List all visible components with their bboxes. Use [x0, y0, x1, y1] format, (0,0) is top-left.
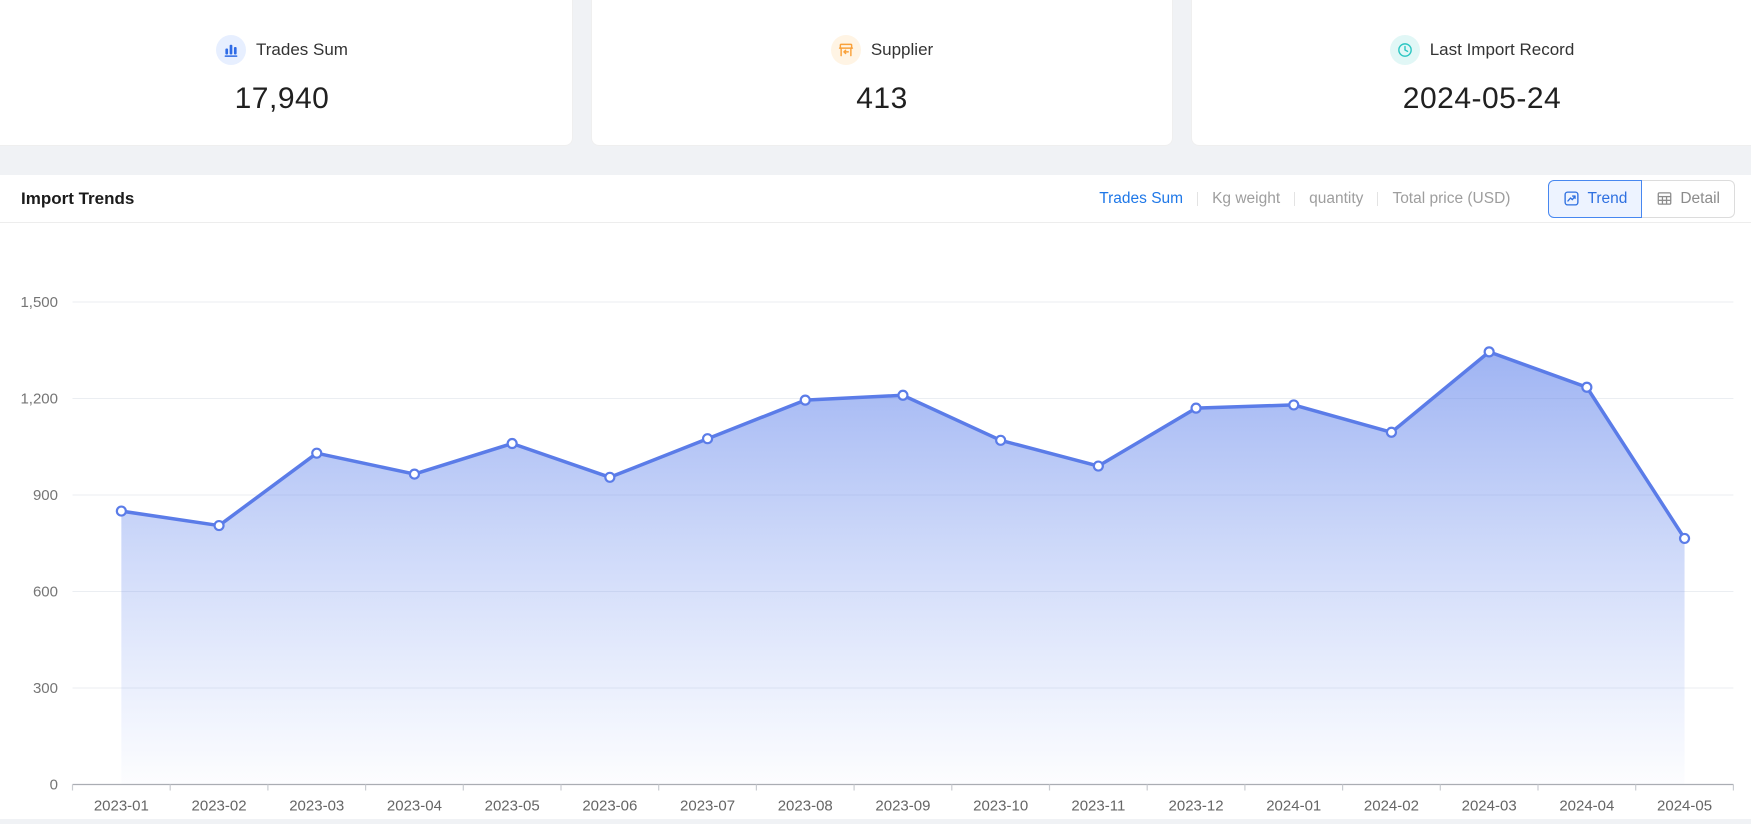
detail-button-label: Detail [1680, 190, 1720, 208]
x-axis-tick-label: 2024-01 [1266, 798, 1321, 815]
data-point-marker[interactable] [312, 449, 321, 458]
y-axis-tick-label: 0 [50, 777, 58, 794]
x-axis-tick-label: 2023-04 [387, 798, 442, 815]
stat-value: 2024-05-24 [1403, 81, 1561, 117]
y-axis-tick-label: 1,200 [20, 391, 58, 408]
tab-kg-weight[interactable]: Kg weight [1198, 190, 1294, 208]
data-point-marker[interactable] [1387, 428, 1396, 437]
y-axis-tick-label: 1,500 [20, 294, 58, 311]
stat-label: Trades Sum [256, 40, 348, 60]
metric-tabs: Trades Sum Kg weight quantity Total pric… [1085, 190, 1524, 208]
x-axis-tick-label: 2024-04 [1559, 798, 1614, 815]
data-point-marker[interactable] [703, 434, 712, 443]
trend-button-label: Trend [1587, 190, 1627, 208]
trend-chart-icon [1563, 190, 1580, 207]
stat-value: 17,940 [235, 81, 330, 117]
data-point-marker[interactable] [117, 507, 126, 516]
stat-label: Last Import Record [1430, 40, 1575, 60]
stat-value: 413 [856, 81, 908, 117]
data-point-marker[interactable] [1680, 534, 1689, 543]
x-axis-tick-label: 2023-07 [680, 798, 735, 815]
x-axis-tick-label: 2024-02 [1364, 798, 1419, 815]
tab-quantity[interactable]: quantity [1295, 190, 1377, 208]
panel-header: Import Trends Trades Sum Kg weight quant… [0, 175, 1751, 223]
x-axis-tick-label: 2023-09 [875, 798, 930, 815]
x-axis-tick-label: 2023-01 [94, 798, 149, 815]
x-axis-tick-label: 2024-03 [1462, 798, 1517, 815]
clock-icon [1390, 35, 1420, 65]
data-point-marker[interactable] [1582, 383, 1591, 392]
data-point-marker[interactable] [605, 473, 614, 482]
view-toggle: Trend Detail [1548, 180, 1735, 218]
trend-button[interactable]: Trend [1548, 180, 1642, 218]
stat-label: Supplier [871, 40, 933, 60]
import-trends-panel: Import Trends Trades Sum Kg weight quant… [0, 175, 1751, 819]
tab-trades-sum[interactable]: Trades Sum [1085, 190, 1197, 208]
data-point-marker[interactable] [1192, 404, 1201, 413]
table-icon [1656, 190, 1673, 207]
stat-card-trades-sum: Trades Sum 17,940 [0, 0, 573, 146]
data-point-marker[interactable] [1094, 462, 1103, 471]
stat-card-supplier: Supplier 413 [591, 0, 1173, 146]
x-axis-tick-label: 2023-11 [1071, 798, 1125, 815]
data-point-marker[interactable] [215, 521, 224, 530]
data-point-marker[interactable] [996, 436, 1005, 445]
data-point-marker[interactable] [410, 470, 419, 479]
tab-total-price-usd[interactable]: Total price (USD) [1378, 190, 1524, 208]
bar-chart-icon [216, 35, 246, 65]
x-axis-tick-label: 2023-12 [1169, 798, 1224, 815]
x-axis-tick-label: 2023-05 [485, 798, 540, 815]
x-axis-tick-label: 2023-08 [778, 798, 833, 815]
data-point-marker[interactable] [1485, 347, 1494, 356]
import-trends-chart[interactable]: 0 300 600 900 1,200 1,500 2023-01 2023-02 2023-0… [0, 223, 1751, 819]
x-axis-tick-label: 2023-02 [192, 798, 247, 815]
y-axis-tick-label: 300 [33, 680, 58, 697]
x-axis-tick-label: 2023-06 [582, 798, 637, 815]
page-title: Import Trends [21, 189, 134, 209]
y-axis-tick-label: 600 [33, 584, 58, 601]
y-axis-tick-label: 900 [33, 487, 58, 504]
data-point-marker[interactable] [1289, 400, 1298, 409]
data-point-marker[interactable] [898, 391, 907, 400]
detail-button[interactable]: Detail [1642, 180, 1735, 218]
x-axis-tick-label: 2024-05 [1657, 798, 1712, 815]
x-axis-tick-label: 2023-10 [973, 798, 1028, 815]
data-point-marker[interactable] [801, 396, 810, 405]
data-point-marker[interactable] [508, 439, 517, 448]
x-axis-tick-label: 2023-03 [289, 798, 344, 815]
stat-card-last-import-record: Last Import Record 2024-05-24 [1191, 0, 1751, 146]
storefront-icon [831, 35, 861, 65]
